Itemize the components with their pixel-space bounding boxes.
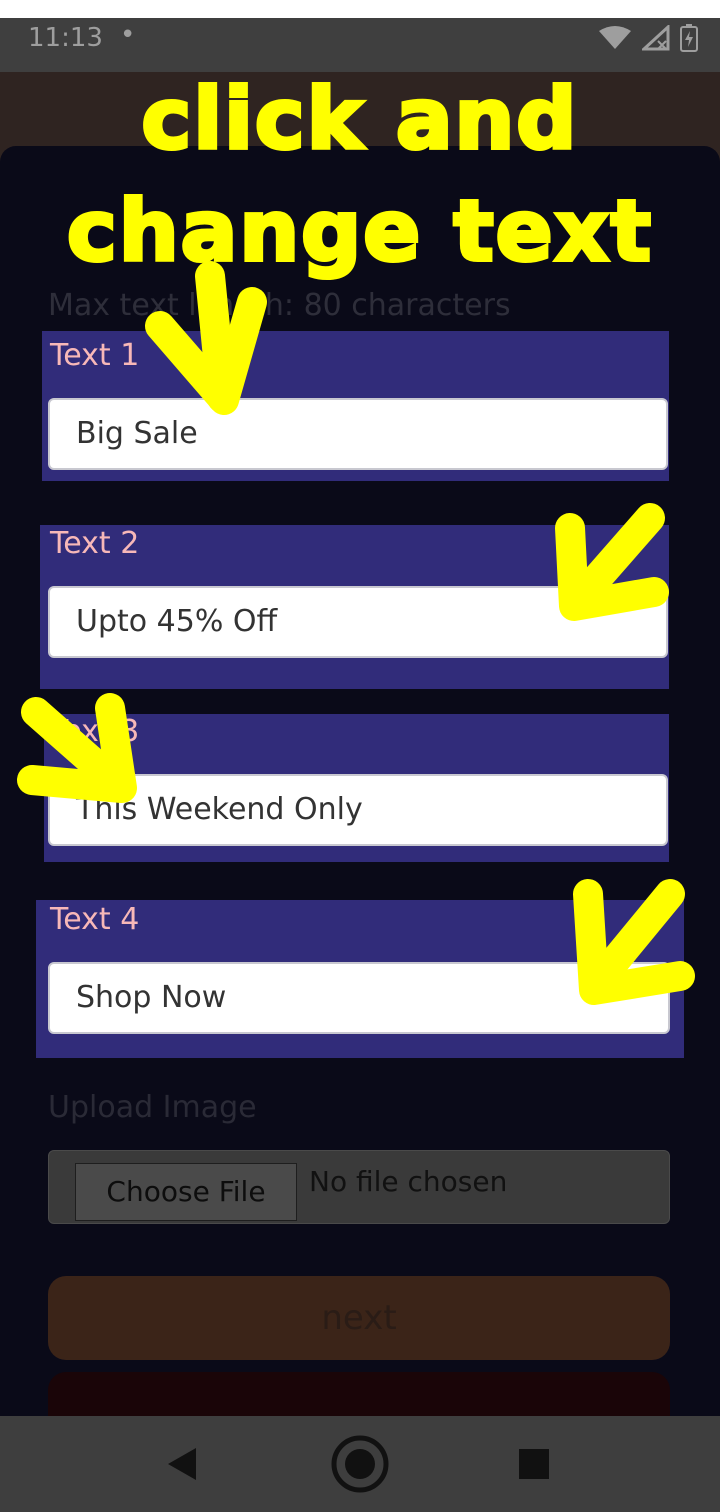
navigation-bar xyxy=(0,1416,720,1512)
signal-icon xyxy=(642,25,670,51)
back-icon[interactable] xyxy=(166,1446,198,1486)
battery-icon xyxy=(680,24,698,52)
secondary-button[interactable] xyxy=(48,1372,670,1422)
arrow-3-icon xyxy=(17,693,137,803)
next-button[interactable]: next xyxy=(48,1276,670,1360)
arrow-4-icon xyxy=(573,879,695,1005)
notification-dot: • xyxy=(120,20,136,50)
no-file-chosen-text: No file chosen xyxy=(309,1165,508,1198)
upload-image-label: Upload Image xyxy=(48,1090,257,1125)
overlay-title-line-1: click and xyxy=(140,68,579,170)
wifi-icon xyxy=(598,25,632,51)
status-bar: 11:13 • xyxy=(0,18,720,72)
choose-file-button[interactable]: Choose File xyxy=(75,1163,297,1221)
recents-icon[interactable] xyxy=(518,1448,550,1484)
app-screen: 11:13 • click and change text Max text l… xyxy=(0,18,720,1512)
field-1-label: Text 1 xyxy=(50,338,140,373)
overlay-title-line-2: change text xyxy=(65,180,653,282)
field-4-label: Text 4 xyxy=(50,902,140,937)
arrow-1-icon xyxy=(145,261,267,415)
status-time: 11:13 xyxy=(28,23,103,53)
home-icon[interactable] xyxy=(330,1434,390,1498)
arrow-2-icon xyxy=(555,503,669,621)
field-2-label: Text 2 xyxy=(50,526,140,561)
file-input[interactable]: Choose File No file chosen xyxy=(48,1150,670,1224)
